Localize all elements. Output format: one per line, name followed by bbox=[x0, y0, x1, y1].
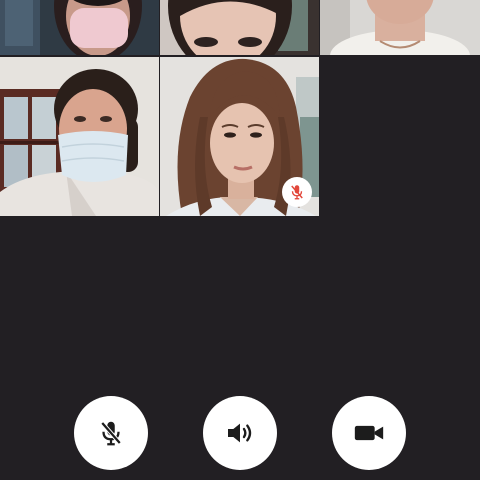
video-camera-icon bbox=[352, 416, 386, 450]
participant-video-2[interactable] bbox=[160, 0, 319, 55]
mute-microphone-button[interactable] bbox=[74, 396, 148, 470]
mic-off-icon bbox=[288, 183, 306, 201]
participant-2-feed bbox=[160, 0, 319, 55]
call-controls bbox=[0, 396, 480, 472]
participant-4-feed bbox=[0, 57, 159, 216]
participant-video-5[interactable] bbox=[160, 57, 319, 216]
speaker-button[interactable] bbox=[203, 396, 277, 470]
mic-off-icon bbox=[96, 418, 126, 448]
participant-video-3[interactable] bbox=[320, 0, 480, 55]
speaker-icon bbox=[224, 417, 256, 449]
participant-muted-indicator bbox=[282, 177, 312, 207]
video-camera-button[interactable] bbox=[332, 396, 406, 470]
video-call-screen bbox=[0, 0, 480, 480]
participant-video-1[interactable] bbox=[0, 0, 159, 55]
participant-3-feed bbox=[320, 0, 480, 55]
participant-1-feed bbox=[0, 0, 159, 55]
participant-video-4[interactable] bbox=[0, 57, 159, 216]
